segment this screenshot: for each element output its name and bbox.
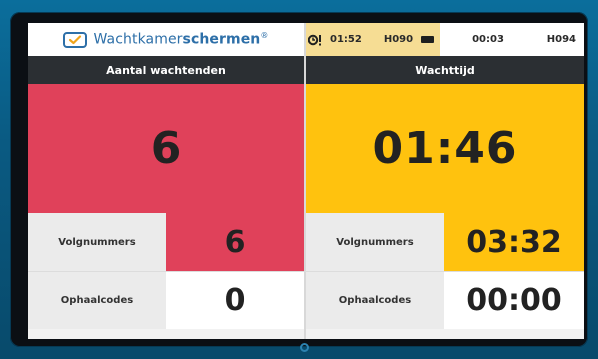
- logo: Wachtkamerschermen®: [28, 23, 304, 56]
- row-label: Volgnummers: [306, 213, 444, 271]
- ticker-alert-segment: 01:52 H090: [304, 23, 441, 56]
- top-bar: Wachtkamerschermen® 01:52 H090 00:03 H09…: [28, 23, 584, 56]
- row-value: 6: [166, 213, 304, 271]
- average-waiting-time: 01:46: [306, 84, 584, 213]
- logo-registered-mark: ®: [260, 31, 269, 41]
- alarm-icon: [308, 34, 321, 45]
- screen: Wachtkamerschermen® 01:52 H090 00:03 H09…: [28, 23, 584, 339]
- total-waiting-count: 6: [28, 84, 304, 213]
- row-label: Ophaalcodes: [28, 271, 166, 329]
- left-row-volgnummers: Volgnummers 6: [28, 213, 304, 271]
- column-header-waiting-time: Wachttijd: [306, 56, 584, 84]
- left-row-ophaalcodes: Ophaalcodes 0: [28, 271, 304, 329]
- home-button[interactable]: [300, 343, 309, 352]
- ticker-time-2: 00:03: [472, 34, 504, 45]
- tablet-device: Wachtkamerschermen® 01:52 H090 00:03 H09…: [0, 0, 598, 359]
- column-header-waiting-count: Aantal wachtenden: [28, 56, 304, 84]
- row-value: 00:00: [444, 271, 584, 329]
- logo-text-part2: schermen: [182, 31, 261, 48]
- checkmark-tv-icon: [63, 31, 88, 48]
- row-label: Ophaalcodes: [306, 271, 444, 329]
- ticker-code-2: H094: [546, 34, 576, 45]
- right-row-ophaalcodes: Ophaalcodes 00:00: [306, 271, 584, 329]
- logo-text-part1: Wachtkamer: [93, 31, 183, 48]
- logo-text: Wachtkamerschermen®: [93, 31, 268, 48]
- ticker-time-1: 01:52: [330, 34, 362, 45]
- ticker: 01:52 H090 00:03 H094: [304, 23, 584, 56]
- row-value: 0: [166, 271, 304, 329]
- ticker-code-1: H090: [383, 34, 414, 45]
- right-row-volgnummers: Volgnummers 03:32: [306, 213, 584, 271]
- column-divider: [304, 23, 306, 339]
- row-label: Volgnummers: [28, 213, 166, 271]
- ticker-normal-segment: 00:03 H094: [440, 23, 584, 56]
- row-value: 03:32: [444, 213, 584, 271]
- row-divider: [28, 271, 584, 272]
- queue-icon: [421, 36, 435, 43]
